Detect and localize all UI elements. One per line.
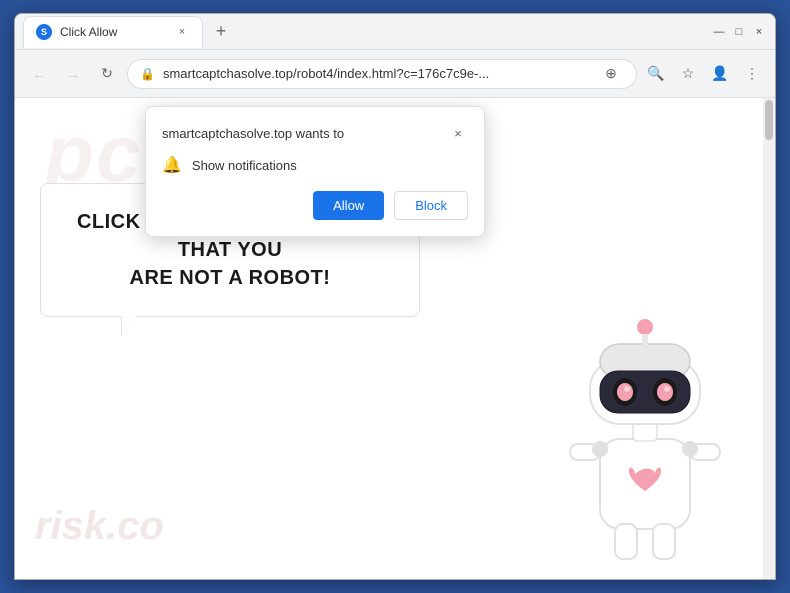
address-text: smartcaptchasolve.top/robot4/index.html?… — [163, 66, 590, 81]
watermark-bottom: risk.co — [35, 504, 164, 549]
popup-header: smartcaptchasolve.top wants to × — [162, 123, 468, 143]
address-icons: ⊕ — [598, 61, 624, 87]
tab-title: Click Allow — [60, 25, 166, 39]
address-bar: ← → ↻ 🔒 smartcaptchasolve.top/robot4/ind… — [15, 50, 775, 98]
tab-close-button[interactable]: × — [174, 24, 190, 40]
tab-favicon: S — [36, 24, 52, 40]
bookmark-icon[interactable]: ☆ — [675, 61, 701, 87]
maximize-button[interactable]: □ — [731, 24, 747, 40]
back-button[interactable]: ← — [25, 60, 53, 88]
forward-button[interactable]: → — [59, 60, 87, 88]
scrollbar[interactable] — [763, 98, 775, 579]
permission-text: Show notifications — [192, 158, 297, 173]
notification-popup: smartcaptchasolve.top wants to × 🔔 Show … — [145, 106, 485, 237]
lock-icon: 🔒 — [140, 67, 155, 81]
translate-icon[interactable]: ⊕ — [598, 61, 624, 87]
popup-buttons: Allow Block — [162, 191, 468, 220]
popup-close-button[interactable]: × — [448, 123, 468, 143]
popup-permission-row: 🔔 Show notifications — [162, 155, 468, 175]
popup-title: smartcaptchasolve.top wants to — [162, 126, 344, 141]
browser-window: S Click Allow × + — □ × ← → ↻ 🔒 smartcap… — [14, 13, 776, 580]
close-button[interactable]: × — [751, 24, 767, 40]
bell-icon: 🔔 — [162, 155, 182, 175]
scrollbar-thumb[interactable] — [765, 100, 773, 140]
profile-icon[interactable]: 👤 — [707, 61, 733, 87]
new-tab-button[interactable]: + — [207, 18, 235, 46]
tab-strip: S Click Allow × + — [23, 14, 697, 49]
minimize-button[interactable]: — — [711, 24, 727, 40]
page-content: pct — [15, 98, 775, 579]
refresh-button[interactable]: ↻ — [93, 60, 121, 88]
search-icon[interactable]: 🔍 — [643, 61, 669, 87]
active-tab[interactable]: S Click Allow × — [23, 16, 203, 48]
allow-button[interactable]: Allow — [313, 191, 384, 220]
menu-icon[interactable]: ⋮ — [739, 61, 765, 87]
address-input[interactable]: 🔒 smartcaptchasolve.top/robot4/index.htm… — [127, 59, 637, 89]
robot-image — [535, 299, 755, 579]
block-button[interactable]: Block — [394, 191, 468, 220]
window-controls: — □ × — [703, 24, 767, 40]
title-bar: S Click Allow × + — □ × — [15, 14, 775, 50]
